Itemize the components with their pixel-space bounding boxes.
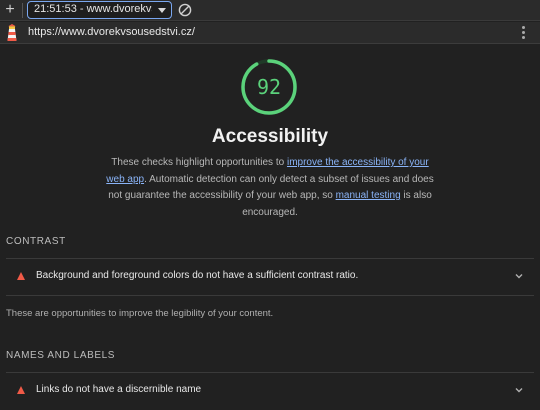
report-url[interactable]: https://www.dvorekvsousedstvi.cz/ xyxy=(28,26,195,38)
devtools-toolbar: + 21:51:53 - www.dvorekvsousedstvi.cz xyxy=(0,0,540,21)
group-title-contrast: CONTRAST xyxy=(6,236,66,247)
group-title-names-and-labels: NAMES AND LABELS xyxy=(6,350,116,361)
clear-icon[interactable] xyxy=(178,3,192,17)
manual-testing-link[interactable]: manual testing xyxy=(336,190,401,201)
group-description: These are opportunities to improve the l… xyxy=(6,308,274,319)
report-select[interactable]: 21:51:53 - www.dvorekvsousedstvi.cz xyxy=(27,1,172,19)
chevron-down-icon[interactable] xyxy=(514,271,524,281)
fail-triangle-icon xyxy=(17,272,25,280)
report-url-bar: https://www.dvorekvsousedstvi.cz/ xyxy=(0,22,540,44)
fail-triangle-icon xyxy=(17,386,25,394)
category-description: These checks highlight opportunities to … xyxy=(106,155,434,221)
audit-title: Background and foreground colors do not … xyxy=(36,270,359,281)
report-select-value: 21:51:53 - www.dvorekvsousedstvi.cz xyxy=(34,3,152,15)
toolbar-divider xyxy=(22,3,23,18)
dropdown-caret-icon xyxy=(158,8,166,13)
category-title: Accessibility xyxy=(211,126,329,147)
divider xyxy=(6,295,534,296)
audit-row-contrast[interactable]: Background and foreground colors do not … xyxy=(6,259,534,295)
description-text: These checks highlight opportunities to xyxy=(111,157,287,168)
score-value: 92 xyxy=(256,75,282,99)
audit-title: Links do not have a discernible name xyxy=(36,384,202,395)
audit-row-link-name[interactable]: Links do not have a discernible name xyxy=(6,373,534,409)
add-report-button[interactable]: + xyxy=(3,1,17,19)
lighthouse-logo-icon xyxy=(7,24,17,41)
chevron-down-icon[interactable] xyxy=(514,385,524,395)
more-options-icon[interactable] xyxy=(522,26,526,40)
